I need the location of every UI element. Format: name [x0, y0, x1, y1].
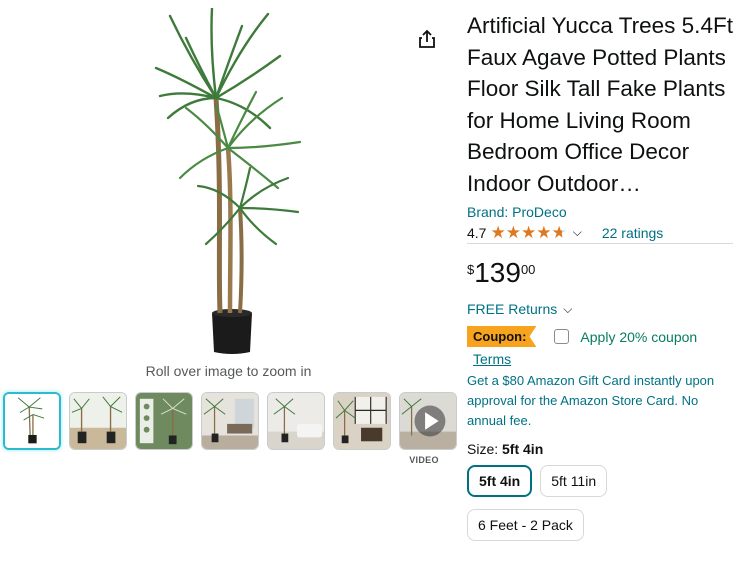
- free-returns-link[interactable]: FREE Returns ⌵: [467, 301, 735, 317]
- thumbnail-plant-pair[interactable]: [69, 392, 127, 450]
- thumbnail-plant-front[interactable]: [3, 392, 61, 450]
- chevron-down-icon[interactable]: ⌵: [573, 225, 582, 240]
- price-whole: 139: [474, 257, 521, 288]
- price-symbol: $: [467, 262, 475, 277]
- star-icon: ★: [520, 222, 537, 242]
- coupon-badge: Coupon:: [467, 326, 537, 347]
- price-fraction: 00: [520, 262, 536, 277]
- brand-link[interactable]: Brand: ProDeco: [467, 204, 735, 220]
- size-options: 5ft 4in 5ft 11in: [467, 465, 735, 497]
- gift-card-offer[interactable]: Get a $80 Amazon Gift Card instantly upo…: [467, 371, 729, 431]
- video-label: VIDEO: [409, 455, 439, 465]
- star-rating[interactable]: ★ ★ ★ ★ ★: [490, 222, 567, 242]
- coupon-text[interactable]: Apply 20% coupon: [580, 329, 697, 345]
- size-label: Size: 5ft 4in: [467, 441, 544, 457]
- size-options-row2: 6 Feet - 2 Pack: [467, 509, 735, 541]
- main-product-image[interactable]: [150, 8, 310, 358]
- thumbnail-plant-room-2[interactable]: [267, 392, 325, 450]
- star-icon: ★: [505, 222, 521, 242]
- ratings-count-link[interactable]: 22 ratings: [602, 225, 663, 241]
- thumbnail-plant-room-3[interactable]: [333, 392, 391, 450]
- size-option-5ft-4in[interactable]: 5ft 4in: [467, 465, 533, 497]
- free-returns-label: FREE Returns: [467, 301, 558, 317]
- thumbnail-plant-infographic[interactable]: [135, 392, 193, 450]
- rating-row: 4.7 ★ ★ ★ ★ ★ ⌵ 22 ratings: [467, 222, 733, 244]
- thumbnail-video[interactable]: [399, 392, 457, 450]
- size-selected: 5ft 4in: [502, 441, 544, 457]
- coupon-checkbox[interactable]: [554, 329, 570, 344]
- zoom-hint: Roll over image to zoom in: [145, 363, 312, 379]
- terms-link[interactable]: Terms: [473, 351, 735, 367]
- chevron-down-icon: ⌵: [563, 301, 573, 316]
- thumbnail-plant-room-1[interactable]: [201, 392, 259, 450]
- half-star-icon: ★: [551, 222, 567, 242]
- share-button[interactable]: [414, 26, 440, 52]
- star-icon: ★: [490, 222, 506, 242]
- size-option-5ft-11in[interactable]: 5ft 11in: [540, 465, 608, 497]
- share-icon: [419, 29, 435, 48]
- thumbnail-strip: [3, 392, 465, 450]
- size-option-6ft-2-pack[interactable]: 6 Feet - 2 Pack: [467, 509, 584, 541]
- coupon-row: Coupon: Apply 20% coupon: [467, 326, 735, 347]
- rating-value: 4.7: [467, 224, 487, 241]
- product-info: Artificial Yucca Trees 5.4Ft Faux Agave …: [467, 10, 735, 541]
- price: $ 139 00: [467, 258, 735, 288]
- star-icon: ★: [536, 222, 552, 242]
- product-title: Artificial Yucca Trees 5.4Ft Faux Agave …: [467, 13, 733, 196]
